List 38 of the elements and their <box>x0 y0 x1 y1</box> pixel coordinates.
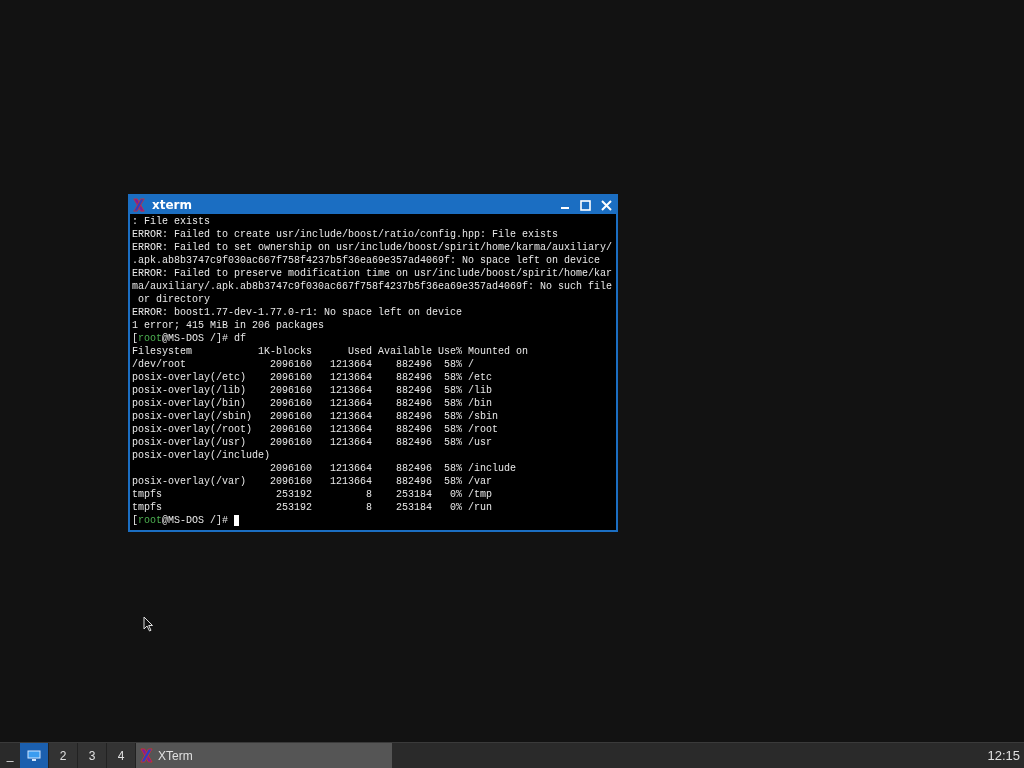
terminal-line: posix-overlay(/root) 2096160 1213664 882496 58% /root <box>132 423 499 436</box>
x-logo-icon <box>132 198 146 212</box>
terminal-line: posix-overlay(/var) 2096160 1213664 882496 58% /var <box>132 475 493 488</box>
terminal-line: ERROR: Failed to set ownership on usr/include/boost/spirit/home/karma/auxiliary/ <box>132 241 613 254</box>
task-button[interactable]: XTerm <box>136 743 392 768</box>
workspace-button[interactable]: 3 <box>78 743 107 768</box>
terminal-line: posix-overlay(/etc) 2096160 1213664 882496 58% /etc <box>132 371 493 384</box>
terminal-line: posix-overlay(/include) <box>132 449 271 462</box>
terminal-line: ma/auxiliary/.apk.ab8b3747c9f030ac667f758f4237b5f36ea69e357ad4069f: No such file <box>132 280 613 293</box>
terminal-line: tmpfs 253192 8 253184 0% /tmp <box>132 488 493 501</box>
terminal-line: 2096160 1213664 882496 58% /include <box>269 462 517 475</box>
terminal-line: ERROR: Failed to create usr/include/boost/ratio/config.hpp: File exists <box>132 228 559 241</box>
mouse-pointer-icon <box>143 616 154 632</box>
clock: 12:15 <box>987 746 1021 765</box>
terminal-line: posix-overlay(/sbin) 2096160 1213664 882496 58% /sbin <box>132 410 499 423</box>
terminal-line: posix-overlay(/bin) 2096160 1213664 882496 58% /bin <box>132 397 493 410</box>
terminal-line: ERROR: Failed to preserve modification time on usr/include/boost/spirit/home/kar <box>132 267 613 280</box>
workspace-button[interactable] <box>20 743 49 768</box>
terminal-line: : File exists <box>132 215 210 228</box>
window-title: xterm <box>152 197 194 214</box>
workspace-button[interactable]: 4 <box>107 743 136 768</box>
terminal-line: tmpfs 253192 8 253184 0% /run <box>132 501 493 514</box>
terminal-line: .apk.ab8b3747c9f030ac667f758f4237b5f36ea69e357ad4069f: No space left on device <box>132 254 601 267</box>
monitor-icon <box>27 750 41 761</box>
terminal-line: 1 error; 415 MiB in 206 packages <box>132 319 325 332</box>
terminal-line: or directory <box>137 293 210 306</box>
x-logo-icon <box>139 748 154 763</box>
workspace-button[interactable]: 2 <box>49 743 78 768</box>
terminal-line: ERROR: boost1.77-dev-1.77.0-r1: No space left on device <box>132 306 463 319</box>
terminal-line: posix-overlay(/lib) 2096160 1213664 882496 58% /lib <box>132 384 493 397</box>
terminal-line: /dev/root 2096160 1213664 882496 58% / <box>132 358 475 371</box>
shell-prompt: [root@MS-DOS /]# <box>132 514 230 527</box>
shell-prompt: [root@MS-DOS /]# df <box>132 332 247 345</box>
menu-button[interactable]: _ <box>0 743 20 768</box>
maximize-icon[interactable] <box>580 199 591 211</box>
close-icon[interactable] <box>601 199 612 211</box>
terminal-line: posix-overlay(/usr) 2096160 1213664 882496 58% /usr <box>132 436 493 449</box>
terminal-line: Filesystem 1K-blocks Used Available Use% Mounted on <box>132 345 529 358</box>
